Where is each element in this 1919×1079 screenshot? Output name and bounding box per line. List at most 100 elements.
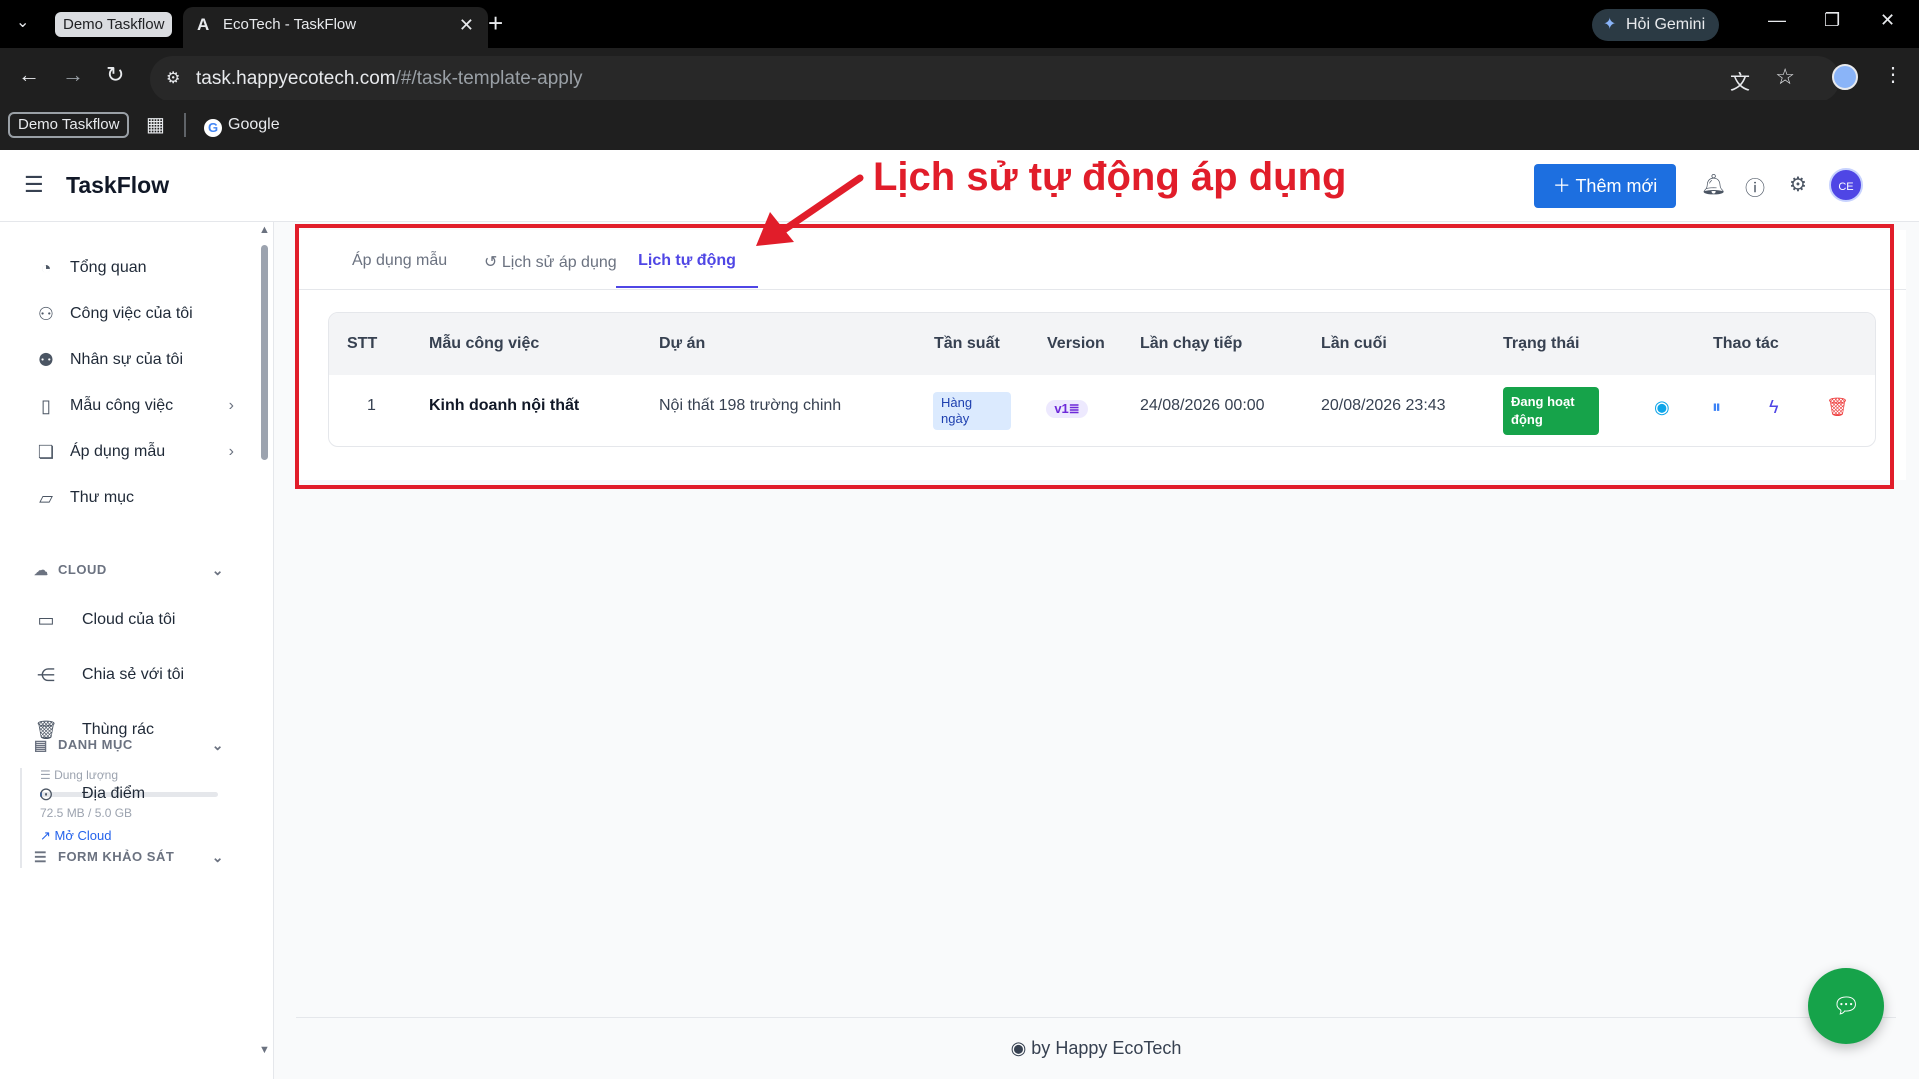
add-new-label: Thêm mới [1575, 176, 1658, 196]
annotation-arrow-icon [756, 174, 864, 246]
tab-title: EcoTech - TaskFlow [223, 16, 357, 33]
new-tab-button[interactable]: + [488, 10, 503, 36]
sidebar-scrollbar-thumb[interactable] [261, 245, 268, 460]
sidebar-item-dashboard[interactable]: ◔ Tổng quan [34, 256, 234, 280]
sidebar-item-location[interactable]: ⊙ Địa điểm [34, 782, 234, 806]
plus-icon: ＋ [1552, 176, 1576, 196]
browser-tab-active[interactable]: A EcoTech - TaskFlow ✕ [183, 7, 488, 48]
brand-title: TaskFlow [66, 172, 170, 198]
chevron-down-icon: ⌄ [211, 562, 224, 578]
chat-fab-button[interactable]: 💬︎ [1808, 968, 1884, 1044]
storage-value: 72.5 MB / 5.0 GB [40, 806, 133, 820]
footer: ◉ by Happy EcoTech [296, 1017, 1896, 1079]
open-cloud-label: Mở Cloud [54, 828, 112, 843]
gemini-button[interactable]: ✦ Hỏi Gemini [1592, 9, 1720, 41]
minimize-icon[interactable]: — [1768, 10, 1786, 31]
profile-avatar-icon[interactable] [1832, 64, 1858, 90]
browser-menu-icon[interactable]: ⋮ [1883, 62, 1903, 87]
sidebar-item-label: Nhân sự của tôi [70, 351, 183, 368]
section-category-label: DANH MỤC [58, 737, 133, 752]
sidebar-item-label: Chia sẻ với tôi [82, 666, 185, 683]
map-pin-icon: ⊙ [38, 784, 54, 804]
chevron-down-icon: ⌄ [211, 737, 224, 753]
bookmark-separator [184, 113, 186, 137]
section-category[interactable]: ▤ DANH MỤC ⌄ [34, 735, 224, 755]
sidebar-item-task-templates[interactable]: ▯ Mẫu công việc › [34, 394, 234, 418]
section-survey-label: FORM KHẢO SÁT [58, 849, 175, 864]
footer-by: by [1031, 1038, 1051, 1058]
url-bar[interactable]: ⚙ task.happyecotech.com/#/task-template-… [150, 56, 1840, 102]
url-path: /#/task-template-apply [395, 68, 583, 89]
copy-icon: ❏ [37, 442, 55, 462]
sidebar-item-label: Thư mục [70, 489, 135, 506]
bookmark-star-icon[interactable]: ☆ [1775, 64, 1795, 90]
hamburger-menu-icon[interactable]: ☰ [24, 172, 44, 198]
file-icon: ▯ [41, 396, 51, 416]
sidebar-item-my-staff[interactable]: ⚉ Nhân sự của tôi [34, 348, 234, 372]
reload-icon[interactable]: ↻ [106, 64, 124, 86]
chevron-down-icon: ⌄ [211, 849, 224, 865]
site-info-icon[interactable]: ⚙ [166, 68, 180, 88]
sidebar-item-my-cloud[interactable]: ▭ Cloud của tôi [34, 608, 234, 632]
section-cloud[interactable]: ☁ CLOUD ⌄ [34, 560, 224, 580]
sidebar-item-label: Mẫu công việc [70, 397, 174, 414]
company-logo-icon: ◉ [1010, 1038, 1032, 1058]
list-icon: ▤ [34, 737, 48, 753]
dashboard-icon: ◔ [40, 258, 52, 278]
help-icon[interactable]: ⓘ [1745, 172, 1765, 201]
sidebar-item-label: Áp dụng mẫu [70, 443, 166, 460]
gemini-label: Hỏi Gemini [1626, 16, 1706, 33]
section-cloud-label: CLOUD [58, 562, 107, 577]
close-tab-icon[interactable]: ✕ [459, 7, 474, 43]
apps-grid-icon[interactable]: ▦ [146, 112, 165, 137]
highlight-box [295, 224, 1894, 489]
chevron-right-icon: › [228, 397, 234, 414]
forward-icon[interactable]: → [62, 64, 84, 86]
google-icon: G [204, 119, 222, 137]
external-link-icon: ↗ [40, 828, 55, 843]
storage-label-text: Dung lượng [54, 768, 119, 782]
tab-search-icon[interactable]: ⌄ [16, 12, 29, 32]
sidebar-item-my-tasks[interactable]: ⚇ Công việc của tôi [34, 302, 234, 326]
users-icon: ⚉ [37, 350, 55, 370]
chat-icon: 💬︎ [1832, 993, 1860, 1018]
close-window-icon[interactable]: ✕ [1880, 10, 1895, 31]
folder-icon: ▭ [37, 610, 55, 630]
sidebar-item-label: Cloud của tôi [82, 611, 176, 628]
sidebar-item-apply-template[interactable]: ❏ Áp dụng mẫu › [34, 440, 234, 464]
folder-open-icon: ▱ [39, 488, 53, 508]
add-new-button[interactable]: ＋ Thêm mới [1534, 164, 1676, 208]
storage-label: ☰ Dung lượng [40, 768, 118, 782]
restore-icon[interactable]: ❐ [1824, 10, 1840, 31]
chevron-right-icon: › [228, 443, 234, 460]
back-icon[interactable]: ← [18, 64, 40, 86]
sidebar-item-shared-with-me[interactable]: ⋲ Chia sẻ với tôi [34, 663, 234, 687]
open-cloud-link[interactable]: ↗ Mở Cloud [40, 828, 111, 844]
scroll-down-icon[interactable]: ▼ [259, 1044, 270, 1056]
user-icon: ⚇ [37, 304, 55, 324]
bookmark-group[interactable]: Demo Taskflow [8, 112, 130, 138]
sidebar-item-folders[interactable]: ▱ Thư mục [34, 486, 234, 510]
bookmarks-bar [0, 100, 1919, 150]
bell-icon[interactable]: 🔔︎ [1701, 172, 1726, 197]
user-avatar[interactable]: CE [1829, 168, 1863, 202]
database-icon: ☰ [40, 768, 55, 782]
bookmark-google[interactable]: G Google [204, 113, 280, 137]
gear-icon[interactable]: ⚙ [1789, 172, 1807, 197]
section-survey[interactable]: ☰ FORM KHẢO SÁT ⌄ [34, 847, 224, 867]
scroll-up-icon[interactable]: ▲ [259, 224, 270, 236]
bookmark-google-label: Google [228, 116, 280, 133]
sidebar-item-label: Địa điểm [82, 785, 146, 802]
cloud-icon: ☁ [34, 562, 49, 578]
tab-group-label[interactable]: Demo Taskflow [55, 12, 173, 37]
sidebar-item-label: Công việc của tôi [70, 305, 193, 322]
url-host: task.happyecotech.com [196, 68, 396, 89]
browser-tab-strip: ⌄ Demo Taskflow A EcoTech - TaskFlow ✕ +… [0, 0, 1919, 48]
translate-icon[interactable]: 文 [1730, 66, 1750, 95]
favicon-icon: A [197, 15, 210, 34]
sidebar-item-label: Tổng quan [70, 259, 147, 276]
footer-company: Happy EcoTech [1055, 1038, 1182, 1058]
share-icon: ⋲ [37, 665, 55, 685]
annotation-label: Lịch sử tự động áp dụng [873, 155, 1347, 199]
gemini-icon: ✦ [1603, 16, 1617, 33]
